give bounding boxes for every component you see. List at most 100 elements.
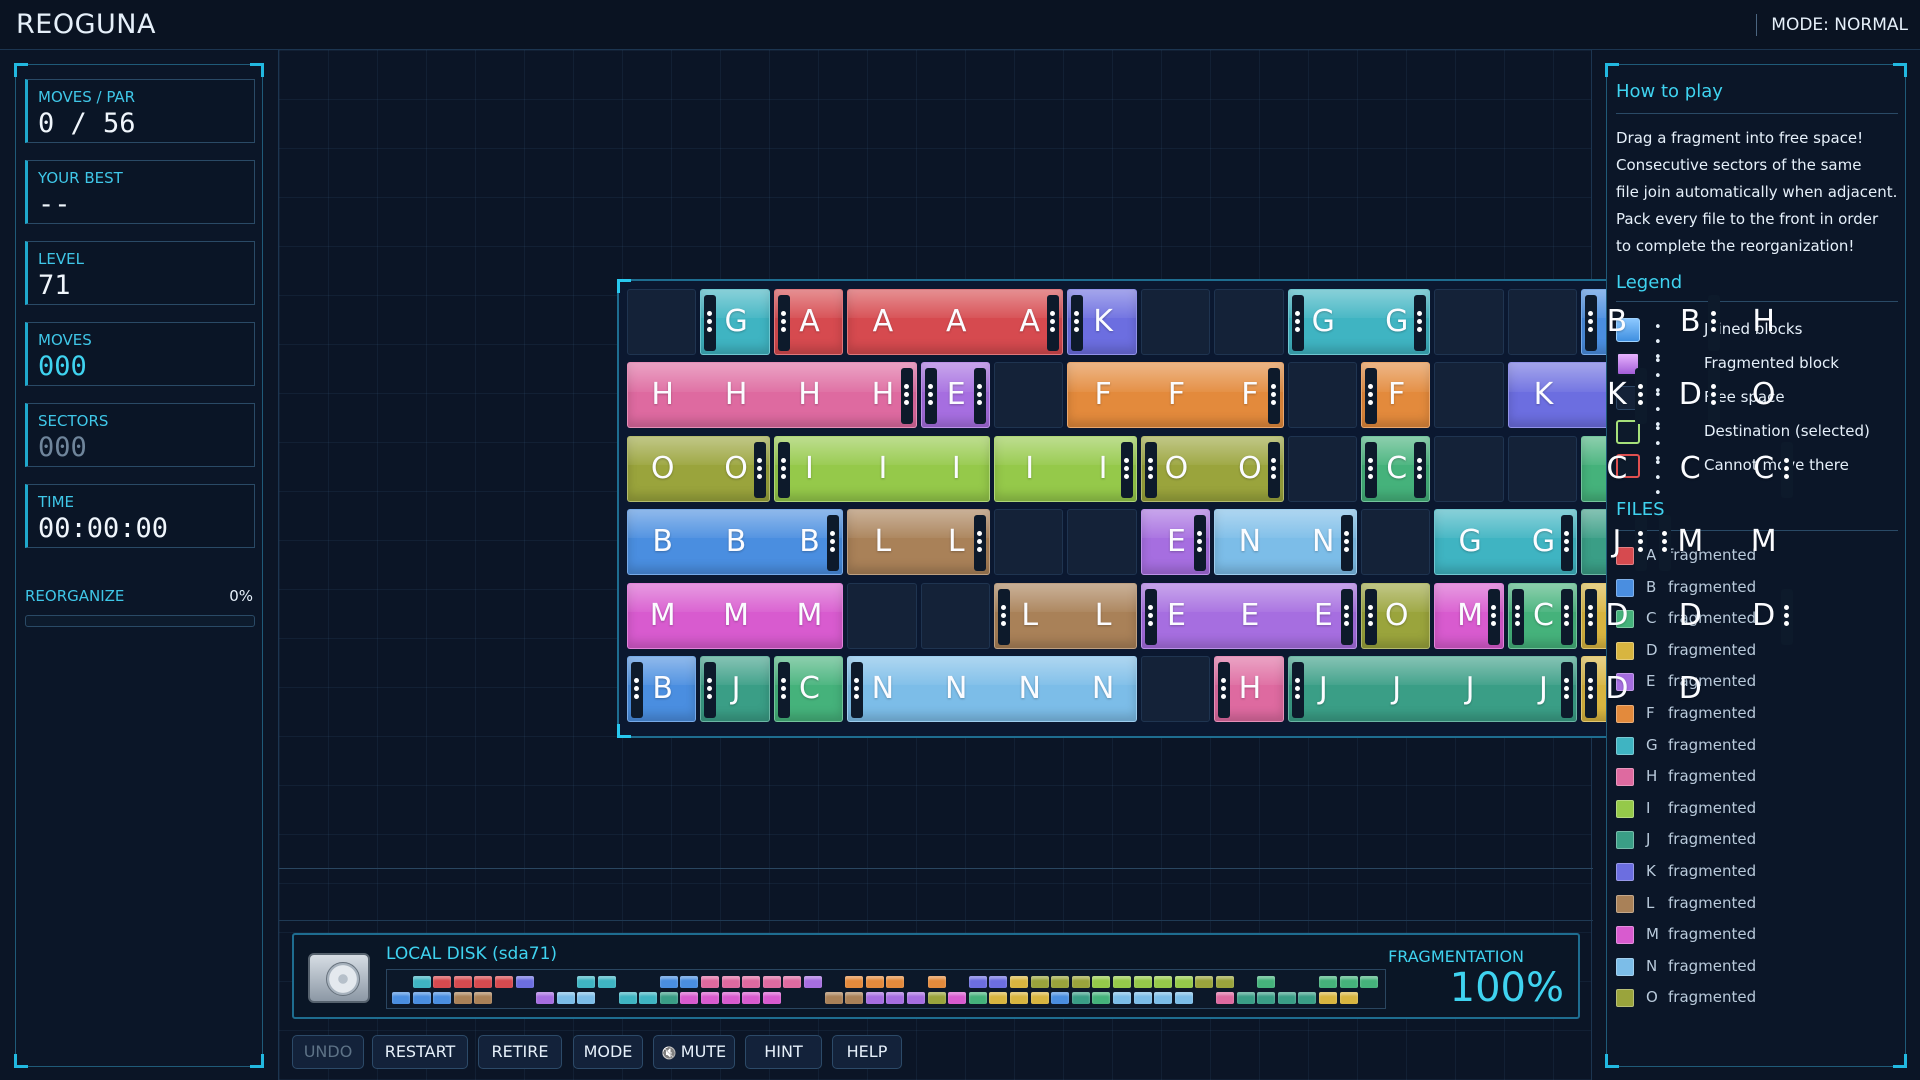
block-letter: M <box>1677 524 1704 560</box>
howto-line: to complete the reorganization! <box>1616 237 1855 255</box>
fragment-link-left-icon <box>1291 662 1304 718</box>
mode-button[interactable]: MODE <box>573 1035 643 1069</box>
file-block-g[interactable]: G <box>700 289 770 355</box>
free-sector[interactable] <box>1434 435 1504 502</box>
file-block-a[interactable]: AAA <box>847 289 1064 355</box>
free-sector[interactable] <box>1434 362 1504 429</box>
free-sector[interactable] <box>1507 289 1578 355</box>
disk-sector <box>742 992 761 1004</box>
mute-icon: 🔇 <box>661 1046 677 1060</box>
fragment-link-right-icon <box>1267 368 1280 425</box>
free-sector[interactable] <box>920 582 990 649</box>
disk-sector <box>1154 976 1173 988</box>
file-block-l[interactable]: LL <box>994 582 1137 649</box>
file-letter: A <box>1646 546 1657 564</box>
file-block-h[interactable]: H <box>1214 656 1284 722</box>
file-block-m[interactable]: M <box>1434 582 1504 649</box>
disk-sector <box>536 992 555 1004</box>
stats-panel: MOVES / PAR 0 / 56 YOUR BEST -- LEVEL 71 MOVES… <box>14 63 264 1068</box>
disk-sector <box>1277 992 1296 1004</box>
disk-sector <box>392 992 410 1004</box>
file-block-e[interactable]: E <box>920 362 990 429</box>
fragment-link-right-icon <box>1781 588 1794 645</box>
file-block-j[interactable]: JJJJ <box>1287 656 1578 722</box>
file-block-c[interactable]: C <box>1507 582 1578 649</box>
block-letter: N <box>1238 524 1262 560</box>
button-label: MODE <box>583 1042 633 1061</box>
free-sector[interactable] <box>1287 362 1357 429</box>
free-sector[interactable] <box>994 362 1064 429</box>
disk-sector <box>412 976 431 988</box>
panel-corner <box>250 1054 264 1068</box>
mute-button[interactable]: 🔇 MUTE <box>653 1035 735 1069</box>
free-sector[interactable] <box>1507 435 1578 502</box>
block-letter: E <box>1167 524 1186 560</box>
free-sector[interactable] <box>994 509 1064 576</box>
disk-sector <box>516 992 534 1004</box>
block-letter: B <box>1606 304 1628 339</box>
stat-box: LEVEL 71 <box>25 241 255 305</box>
help-button[interactable]: HELP <box>832 1035 902 1069</box>
restart-button[interactable]: RESTART <box>372 1035 468 1069</box>
stat-label: YOUR BEST <box>38 169 123 187</box>
stat-label: LEVEL <box>38 250 84 268</box>
file-block-o[interactable]: OO <box>627 435 770 502</box>
file-block-b[interactable]: BBB <box>627 509 844 576</box>
file-block-n[interactable]: NN <box>1214 509 1357 576</box>
file-block-i[interactable]: III <box>773 435 990 502</box>
free-sector[interactable] <box>1067 509 1137 576</box>
block-letter: B <box>1679 304 1701 339</box>
file-block-a[interactable]: A <box>773 289 844 355</box>
free-sector[interactable] <box>847 582 917 649</box>
free-sector[interactable] <box>1361 509 1431 576</box>
free-sector[interactable] <box>1434 289 1504 355</box>
block-letter: N <box>945 671 968 706</box>
disk-sector <box>412 992 431 1004</box>
file-block-n[interactable]: NNNN <box>847 656 1137 722</box>
fragment-link-left-icon <box>1585 295 1598 351</box>
retire-button[interactable]: RETIRE <box>478 1035 562 1069</box>
fragment-link-right-icon <box>1707 295 1720 351</box>
disk-sector <box>577 976 596 988</box>
file-block-c[interactable]: C <box>773 656 844 722</box>
block-letter: G <box>1458 524 1482 560</box>
legend-title: Legend <box>1616 272 1683 293</box>
file-block-b[interactable]: B <box>627 656 697 722</box>
file-block-i[interactable]: II <box>994 435 1137 502</box>
block-letter: N <box>871 671 895 706</box>
free-sector[interactable] <box>1140 289 1211 355</box>
file-block-k[interactable]: K <box>1067 289 1137 355</box>
file-block-f[interactable]: F <box>1361 362 1431 429</box>
file-block-m[interactable]: MMM <box>627 582 844 649</box>
board-corner <box>617 724 631 738</box>
disk-sector <box>865 976 884 988</box>
file-block-j[interactable]: J <box>700 656 770 722</box>
fragment-link-right-icon <box>753 441 766 498</box>
block-letter: E <box>1167 597 1186 633</box>
file-block-e[interactable]: EEE <box>1140 582 1357 649</box>
disk-sector <box>659 976 678 988</box>
file-block-o[interactable]: O <box>1361 582 1431 649</box>
file-block-g[interactable]: GG <box>1287 289 1431 355</box>
hint-button[interactable]: HINT <box>745 1035 822 1069</box>
file-status: fragmented <box>1668 988 1757 1007</box>
file-block-g[interactable]: GG <box>1434 509 1578 576</box>
free-sector[interactable] <box>627 289 697 355</box>
free-sector[interactable] <box>1214 289 1284 355</box>
block-letter: D <box>1678 597 1702 633</box>
free-sector[interactable] <box>1140 656 1211 722</box>
fragment-link-right-icon <box>973 515 986 572</box>
file-block-o[interactable]: OO <box>1140 435 1284 502</box>
file-swatch <box>1616 736 1634 755</box>
block-letter: I <box>878 450 888 486</box>
disk-sector <box>680 976 699 988</box>
file-status: fragmented <box>1668 798 1757 817</box>
file-block-c[interactable]: C <box>1361 435 1431 502</box>
free-sector[interactable] <box>1287 435 1357 502</box>
file-block-l[interactable]: LL <box>847 509 990 576</box>
file-block-f[interactable]: FFF <box>1067 362 1284 429</box>
file-block-e[interactable]: E <box>1140 509 1211 576</box>
howto-line: file join automatically when adjacent. <box>1616 183 1898 201</box>
file-block-h[interactable]: HHHH <box>627 362 917 429</box>
file-swatch <box>1616 831 1634 850</box>
